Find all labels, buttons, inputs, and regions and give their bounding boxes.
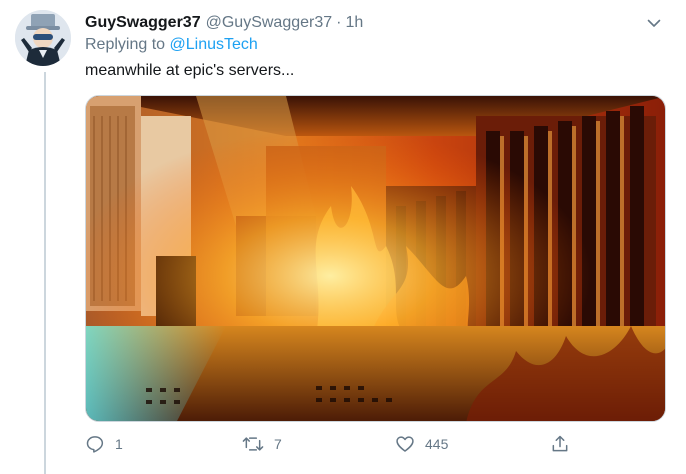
thread-line — [44, 72, 46, 474]
server-fire-image — [86, 96, 665, 421]
avatar-image — [15, 10, 71, 66]
replying-prefix: Replying to — [85, 36, 166, 53]
heart-icon — [396, 436, 414, 452]
retweet-icon — [242, 437, 264, 451]
share-button[interactable] — [550, 428, 570, 460]
separator-dot: · — [336, 14, 342, 31]
avatar[interactable] — [15, 10, 71, 66]
tweet-actions: 1 7 445 — [85, 428, 585, 460]
retweet-count: 7 — [274, 436, 282, 452]
like-button[interactable]: 445 — [395, 428, 448, 460]
tweet-media-image[interactable] — [85, 95, 666, 422]
share-icon — [552, 435, 568, 452]
tweet-text: meanwhile at epic's servers... — [85, 62, 295, 79]
replying-to-line: Replying to @LinusTech — [85, 36, 258, 54]
display-name[interactable]: GuySwagger37 — [85, 14, 201, 32]
more-options-button[interactable] — [642, 11, 666, 35]
timestamp[interactable]: 1h — [345, 14, 363, 32]
reply-icon — [86, 436, 104, 453]
chevron-down-icon — [647, 19, 661, 27]
retweet-button[interactable]: 7 — [242, 428, 282, 460]
like-count: 445 — [425, 436, 449, 452]
user-handle[interactable]: @GuySwagger37 — [206, 14, 333, 32]
tweet-header: GuySwagger37 @GuySwagger37 · 1h — [85, 11, 666, 35]
reply-button[interactable]: 1 — [85, 428, 123, 460]
replying-to-mention[interactable]: @LinusTech — [170, 36, 258, 53]
reply-count: 1 — [115, 436, 123, 452]
